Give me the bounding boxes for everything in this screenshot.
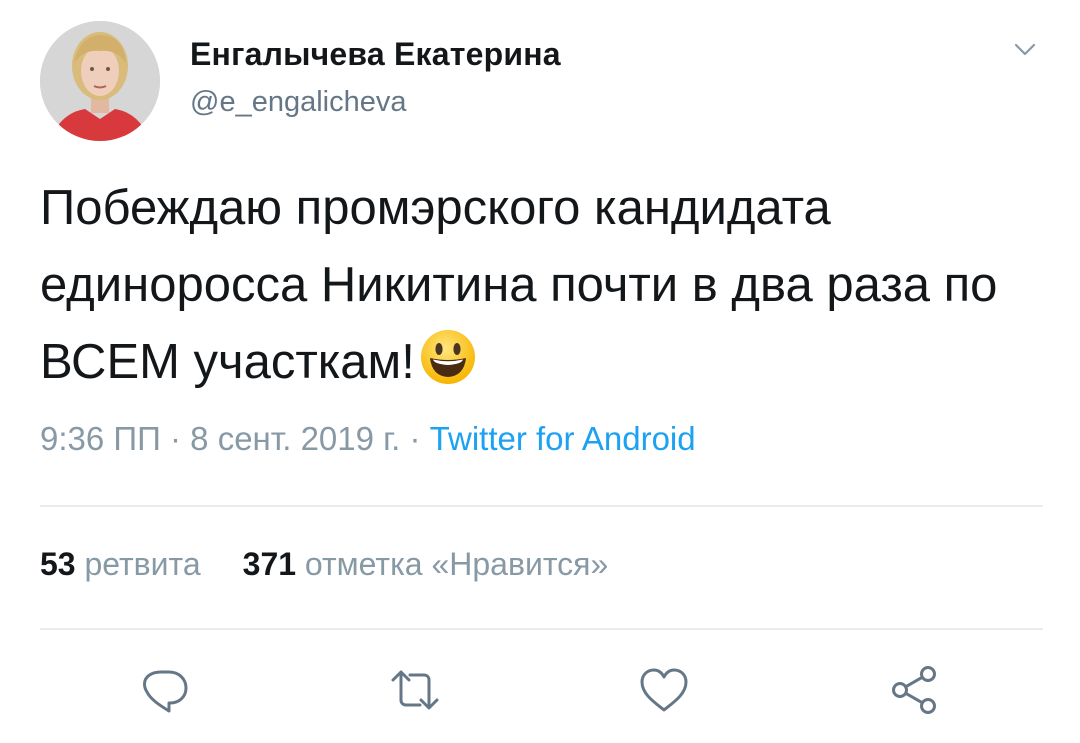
tweet-source-link[interactable]: Twitter for Android [430,420,696,457]
tweet-text: Побеждаю промэрского кандидата единоросс… [40,170,1040,401]
author-display-name[interactable]: Енгалычева Екатерина [190,36,561,73]
reply-icon [143,670,188,713]
likes-label: отметка «Нравится» [304,546,609,582]
author-handle[interactable]: @e_engalicheva [190,86,406,119]
divider [40,628,1043,630]
retweet-icon [391,670,439,710]
tweet-meta: 9:36 ПП · 8 сент. 2019 г. · Twitter for … [40,420,696,458]
meta-separator: · [160,420,191,457]
reply-button[interactable] [137,662,193,718]
share-button[interactable] [886,662,942,718]
retweets-label: ретвита [84,546,201,582]
tweet-date: 8 сент. 2019 г. [190,420,401,457]
avatar[interactable] [40,21,160,141]
share-icon [892,666,936,714]
tweet-stats: 53 ретвита 371 отметка «Нравится» [40,546,608,583]
avatar-image [40,21,160,141]
likes-stat[interactable]: 371 отметка «Нравится» [243,546,609,582]
retweets-count: 53 [40,546,76,582]
likes-count: 371 [242,546,297,582]
meta-separator: · [400,420,430,457]
grinning-face-emoji-icon [419,328,477,386]
divider [40,505,1043,507]
retweets-stat[interactable]: 53 ретвита [40,546,201,582]
like-icon [640,668,688,712]
more-options-chevron-down-icon[interactable] [1005,34,1045,66]
retweet-button[interactable] [387,662,443,718]
tweet-detail: Енгалычева Екатерина @e_engalicheva Побе… [0,0,1080,743]
tweet-time: 9:36 ПП [40,420,161,457]
like-button[interactable] [636,662,692,718]
tweet-text-body: Побеждаю промэрского кандидата единоросс… [40,181,998,389]
